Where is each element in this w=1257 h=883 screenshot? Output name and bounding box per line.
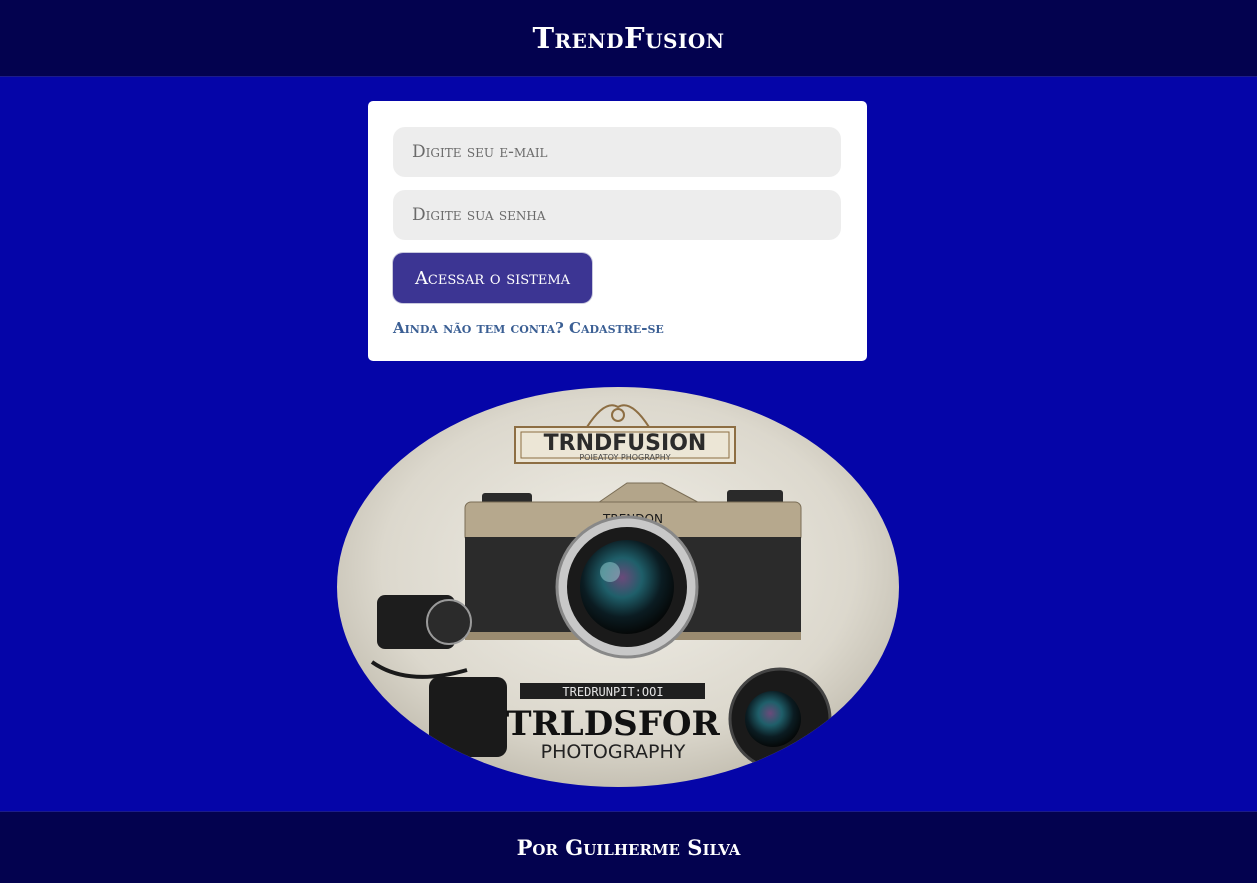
- main-lens: [555, 515, 699, 659]
- plate-text: TREDRUNPIT:OOI: [562, 685, 663, 699]
- badge-subtext: POIEATOY PHOGRAPHY: [579, 453, 670, 462]
- camera-illustration: TRNDFUSION POIEATOY PHOGRAPHY TRENDON: [337, 387, 899, 787]
- password-field[interactable]: [393, 190, 841, 240]
- email-field[interactable]: [393, 127, 841, 177]
- site-header: TrendFusion: [0, 0, 1257, 77]
- signup-link[interactable]: Ainda não tem conta? Cadastre-se: [393, 319, 842, 337]
- brand-photo: TRNDFUSION POIEATOY PHOGRAPHY TRENDON: [337, 387, 899, 787]
- big-text: TRLDSFOR: [506, 704, 720, 744]
- photo-text: PHOTOGRAPHY: [541, 741, 686, 763]
- login-form: Acessar o sistema Ainda não tem conta? C…: [368, 101, 867, 361]
- site-title: TrendFusion: [532, 21, 725, 55]
- site-footer: Por Guilherme Silva: [0, 811, 1257, 883]
- login-button[interactable]: Acessar o sistema: [393, 253, 592, 303]
- footer-credit: Por Guilherme Silva: [516, 835, 741, 860]
